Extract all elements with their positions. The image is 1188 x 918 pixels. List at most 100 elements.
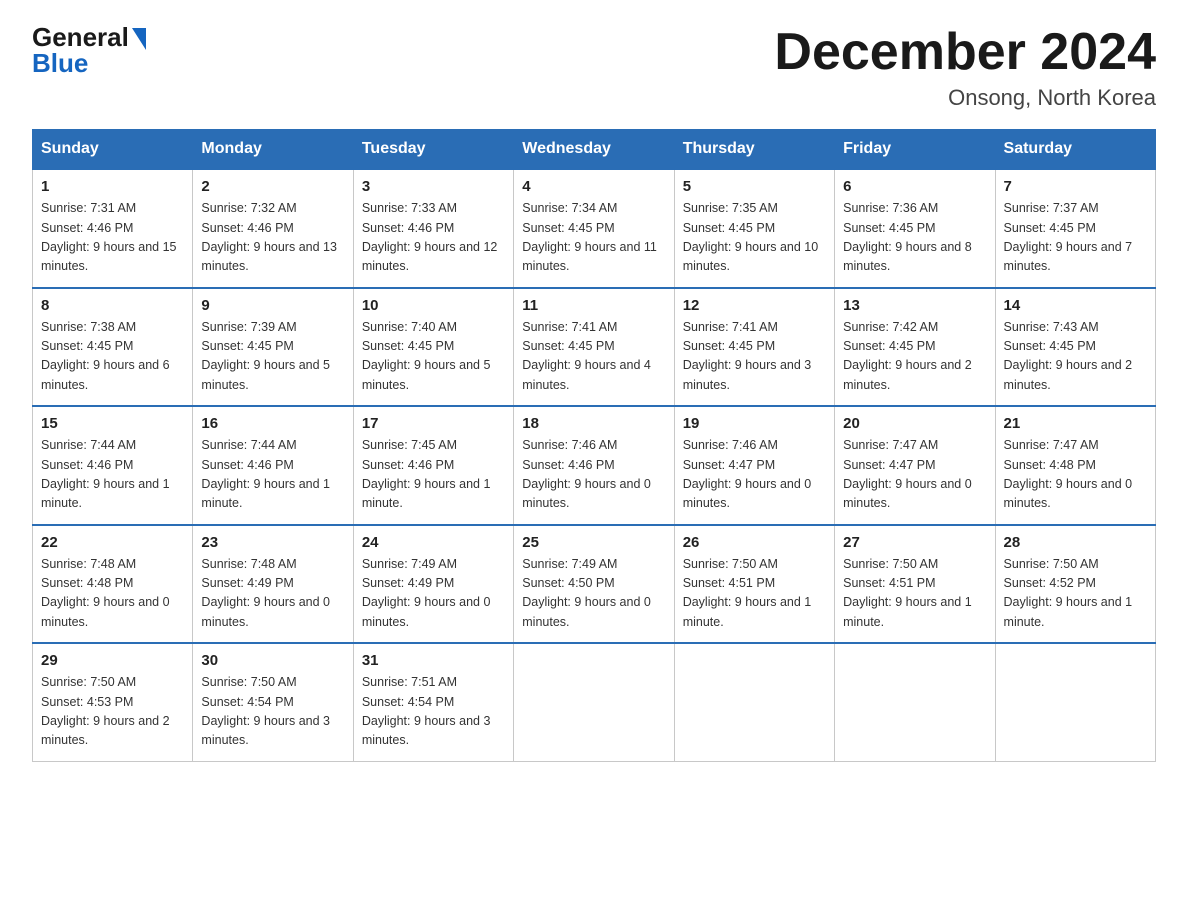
day-info: Sunrise: 7:48 AMSunset: 4:48 PMDaylight:… [41, 555, 184, 633]
day-info: Sunrise: 7:40 AMSunset: 4:45 PMDaylight:… [362, 318, 505, 396]
calendar-cell: 1 Sunrise: 7:31 AMSunset: 4:46 PMDaylight… [33, 169, 193, 288]
day-number: 29 [41, 652, 184, 669]
logo-general: General [32, 24, 129, 50]
day-number: 15 [41, 415, 184, 432]
day-number: 27 [843, 534, 986, 551]
day-number: 3 [362, 178, 505, 195]
day-number: 12 [683, 297, 826, 314]
day-info: Sunrise: 7:51 AMSunset: 4:54 PMDaylight:… [362, 673, 505, 751]
calendar-table: SundayMondayTuesdayWednesdayThursdayFrid… [32, 129, 1156, 762]
day-info: Sunrise: 7:39 AMSunset: 4:45 PMDaylight:… [201, 318, 344, 396]
calendar-cell: 28Sunrise: 7:50 AMSunset: 4:52 PMDayligh… [995, 525, 1155, 644]
day-info: Sunrise: 7:33 AMSunset: 4:46 PMDaylight:… [362, 199, 505, 277]
calendar-header-wednesday: Wednesday [514, 130, 674, 170]
calendar-cell: 17 Sunrise: 7:45 AMSunset: 4:46 PMDayligh… [353, 406, 513, 525]
calendar-header-monday: Monday [193, 130, 353, 170]
day-info: Sunrise: 7:35 AMSunset: 4:45 PMDaylight:… [683, 199, 826, 277]
day-info: Sunrise: 7:46 AMSunset: 4:47 PMDaylight:… [683, 436, 826, 514]
day-number: 18 [522, 415, 665, 432]
calendar-header-saturday: Saturday [995, 130, 1155, 170]
calendar-cell: 8 Sunrise: 7:38 AMSunset: 4:45 PMDaylight… [33, 288, 193, 407]
logo-blue: Blue [32, 50, 146, 76]
calendar-cell: 14 Sunrise: 7:43 AMSunset: 4:45 PMDayligh… [995, 288, 1155, 407]
calendar-cell: 13Sunrise: 7:42 AMSunset: 4:45 PMDayligh… [835, 288, 995, 407]
calendar-cell: 29Sunrise: 7:50 AMSunset: 4:53 PMDayligh… [33, 643, 193, 761]
day-info: Sunrise: 7:43 AMSunset: 4:45 PMDaylight:… [1004, 318, 1147, 396]
calendar-week-row: 1 Sunrise: 7:31 AMSunset: 4:46 PMDaylight… [33, 169, 1156, 288]
day-info: Sunrise: 7:41 AMSunset: 4:45 PMDaylight:… [522, 318, 665, 396]
day-number: 9 [201, 297, 344, 314]
calendar-header-thursday: Thursday [674, 130, 834, 170]
calendar-cell [674, 643, 834, 761]
calendar-header-row: SundayMondayTuesdayWednesdayThursdayFrid… [33, 130, 1156, 170]
calendar-cell: 11 Sunrise: 7:41 AMSunset: 4:45 PMDayligh… [514, 288, 674, 407]
calendar-header-tuesday: Tuesday [353, 130, 513, 170]
calendar-cell: 15Sunrise: 7:44 AMSunset: 4:46 PMDayligh… [33, 406, 193, 525]
calendar-cell: 18 Sunrise: 7:46 AMSunset: 4:46 PMDayligh… [514, 406, 674, 525]
day-number: 17 [362, 415, 505, 432]
day-number: 22 [41, 534, 184, 551]
day-info: Sunrise: 7:49 AMSunset: 4:50 PMDaylight:… [522, 555, 665, 633]
day-info: Sunrise: 7:50 AMSunset: 4:51 PMDaylight:… [843, 555, 986, 633]
logo-triangle-icon [132, 28, 146, 50]
day-info: Sunrise: 7:42 AMSunset: 4:45 PMDaylight:… [843, 318, 986, 396]
day-number: 4 [522, 178, 665, 195]
calendar-cell [995, 643, 1155, 761]
day-info: Sunrise: 7:44 AMSunset: 4:46 PMDaylight:… [201, 436, 344, 514]
day-number: 16 [201, 415, 344, 432]
calendar-cell: 20Sunrise: 7:47 AMSunset: 4:47 PMDayligh… [835, 406, 995, 525]
day-number: 20 [843, 415, 986, 432]
calendar-week-row: 8 Sunrise: 7:38 AMSunset: 4:45 PMDaylight… [33, 288, 1156, 407]
calendar-week-row: 15 Sunrise: 7:44 AMSunset: 4:46 PMDayligh… [33, 406, 1156, 525]
day-number: 6 [843, 178, 986, 195]
calendar-cell [514, 643, 674, 761]
calendar-cell: 27 Sunrise: 7:50 AMSunset: 4:51 PMDayligh… [835, 525, 995, 644]
day-number: 19 [683, 415, 826, 432]
day-info: Sunrise: 7:31 AMSunset: 4:46 PMDaylight:… [41, 199, 184, 277]
day-info: Sunrise: 7:32 AMSunset: 4:46 PMDaylight:… [201, 199, 344, 277]
page-header: General Blue December 2024 Onsong, North… [32, 24, 1156, 111]
calendar-cell: 9 Sunrise: 7:39 AMSunset: 4:45 PMDaylight… [193, 288, 353, 407]
day-number: 8 [41, 297, 184, 314]
day-info: Sunrise: 7:36 AMSunset: 4:45 PMDaylight:… [843, 199, 986, 277]
day-number: 23 [201, 534, 344, 551]
day-number: 24 [362, 534, 505, 551]
calendar-cell: 7Sunrise: 7:37 AMSunset: 4:45 PMDaylight… [995, 169, 1155, 288]
day-number: 30 [201, 652, 344, 669]
calendar-cell: 3 Sunrise: 7:33 AMSunset: 4:46 PMDaylight… [353, 169, 513, 288]
day-info: Sunrise: 7:50 AMSunset: 4:52 PMDaylight:… [1004, 555, 1147, 633]
location-title: Onsong, North Korea [774, 85, 1156, 111]
day-info: Sunrise: 7:45 AMSunset: 4:46 PMDaylight:… [362, 436, 505, 514]
day-info: Sunrise: 7:41 AMSunset: 4:45 PMDaylight:… [683, 318, 826, 396]
calendar-cell: 19 Sunrise: 7:46 AMSunset: 4:47 PMDayligh… [674, 406, 834, 525]
day-info: Sunrise: 7:34 AMSunset: 4:45 PMDaylight:… [522, 199, 665, 277]
calendar-header-sunday: Sunday [33, 130, 193, 170]
calendar-cell: 16 Sunrise: 7:44 AMSunset: 4:46 PMDayligh… [193, 406, 353, 525]
day-number: 5 [683, 178, 826, 195]
day-number: 26 [683, 534, 826, 551]
day-number: 14 [1004, 297, 1147, 314]
day-info: Sunrise: 7:47 AMSunset: 4:48 PMDaylight:… [1004, 436, 1147, 514]
day-info: Sunrise: 7:50 AMSunset: 4:51 PMDaylight:… [683, 555, 826, 633]
calendar-cell: 12 Sunrise: 7:41 AMSunset: 4:45 PMDayligh… [674, 288, 834, 407]
calendar-cell [835, 643, 995, 761]
day-info: Sunrise: 7:49 AMSunset: 4:49 PMDaylight:… [362, 555, 505, 633]
calendar-cell: 22 Sunrise: 7:48 AMSunset: 4:48 PMDayligh… [33, 525, 193, 644]
day-number: 10 [362, 297, 505, 314]
calendar-cell: 6 Sunrise: 7:36 AMSunset: 4:45 PMDaylight… [835, 169, 995, 288]
title-block: December 2024 Onsong, North Korea [774, 24, 1156, 111]
calendar-cell: 4 Sunrise: 7:34 AMSunset: 4:45 PMDaylight… [514, 169, 674, 288]
calendar-cell: 30Sunrise: 7:50 AMSunset: 4:54 PMDayligh… [193, 643, 353, 761]
calendar-cell: 26 Sunrise: 7:50 AMSunset: 4:51 PMDayligh… [674, 525, 834, 644]
calendar-cell: 25Sunrise: 7:49 AMSunset: 4:50 PMDayligh… [514, 525, 674, 644]
calendar-header-friday: Friday [835, 130, 995, 170]
calendar-cell: 21Sunrise: 7:47 AMSunset: 4:48 PMDayligh… [995, 406, 1155, 525]
day-number: 11 [522, 297, 665, 314]
day-info: Sunrise: 7:48 AMSunset: 4:49 PMDaylight:… [201, 555, 344, 633]
day-number: 1 [41, 178, 184, 195]
calendar-cell: 2 Sunrise: 7:32 AMSunset: 4:46 PMDaylight… [193, 169, 353, 288]
day-info: Sunrise: 7:46 AMSunset: 4:46 PMDaylight:… [522, 436, 665, 514]
day-number: 2 [201, 178, 344, 195]
logo: General Blue [32, 24, 146, 76]
day-info: Sunrise: 7:38 AMSunset: 4:45 PMDaylight:… [41, 318, 184, 396]
